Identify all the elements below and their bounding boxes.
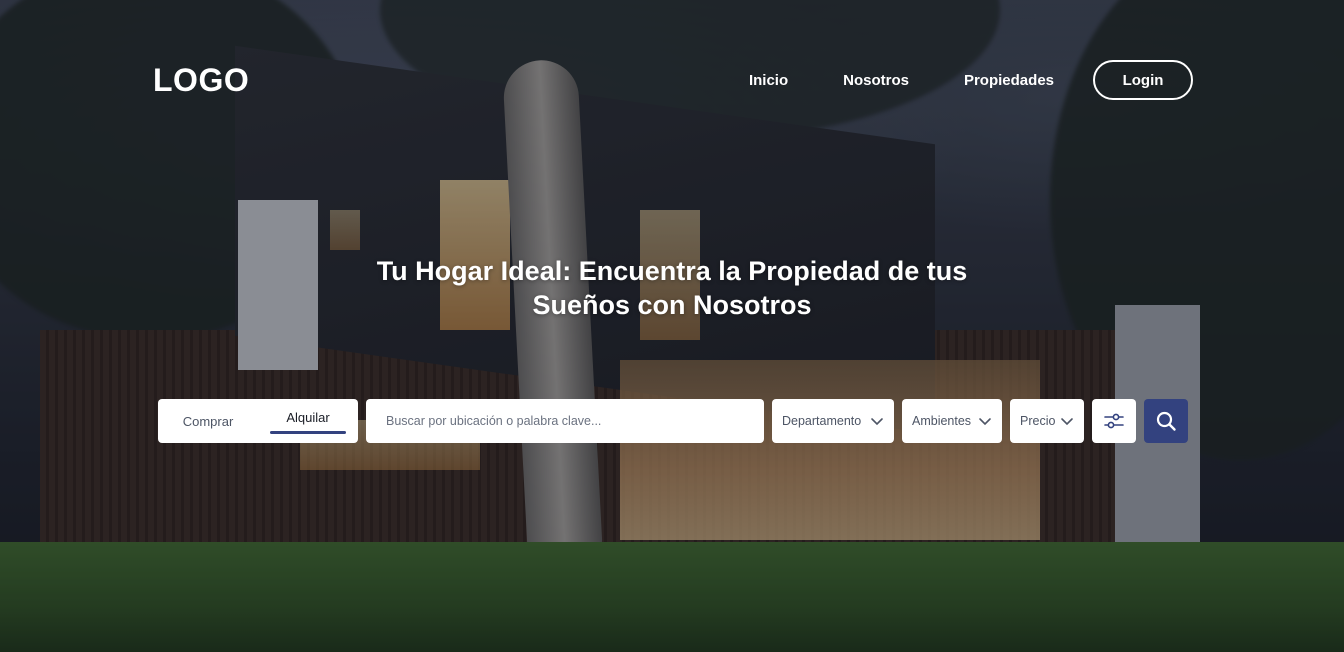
search-icon	[1156, 411, 1176, 431]
advanced-filters-button[interactable]	[1092, 399, 1136, 443]
chevron-down-icon	[871, 418, 883, 426]
price-select[interactable]: Precio	[1010, 399, 1084, 443]
rooms-select[interactable]: Ambientes	[902, 399, 1002, 443]
active-tab-indicator	[270, 431, 346, 434]
nav-link-inicio[interactable]: Inicio	[749, 72, 788, 89]
chevron-down-icon	[1061, 418, 1073, 426]
hero-title-line-2: Sueños con Nosotros	[532, 290, 812, 320]
rooms-value: Ambientes	[912, 414, 972, 428]
logo[interactable]: LOGO	[153, 62, 249, 99]
nav-link-propiedades[interactable]: Propiedades	[964, 72, 1054, 89]
nav-link-nosotros[interactable]: Nosotros	[843, 72, 909, 89]
property-type-value: Departamento	[782, 414, 862, 428]
hero-title-line-1: Tu Hogar Ideal: Encuentra la Propiedad d…	[376, 256, 968, 286]
operation-tabs: Comprar Alquilar	[158, 399, 358, 443]
hero-title: Tu Hogar Ideal: Encuentra la Propiedad d…	[272, 254, 1072, 322]
main-nav: Inicio Nosotros Propiedades Login	[749, 60, 1193, 100]
sliders-icon	[1104, 413, 1124, 429]
tab-comprar-label: Comprar	[182, 413, 234, 429]
chevron-down-icon	[979, 418, 991, 426]
price-value: Precio	[1020, 414, 1056, 428]
tab-comprar[interactable]: Comprar	[158, 399, 258, 443]
search-input[interactable]	[366, 399, 764, 443]
tab-alquilar-label: Alquilar	[286, 409, 330, 425]
search-submit-button[interactable]	[1144, 399, 1188, 443]
login-button[interactable]: Login	[1093, 60, 1193, 100]
tab-alquilar[interactable]: Alquilar	[258, 399, 358, 443]
property-type-select[interactable]: Departamento	[772, 399, 894, 443]
